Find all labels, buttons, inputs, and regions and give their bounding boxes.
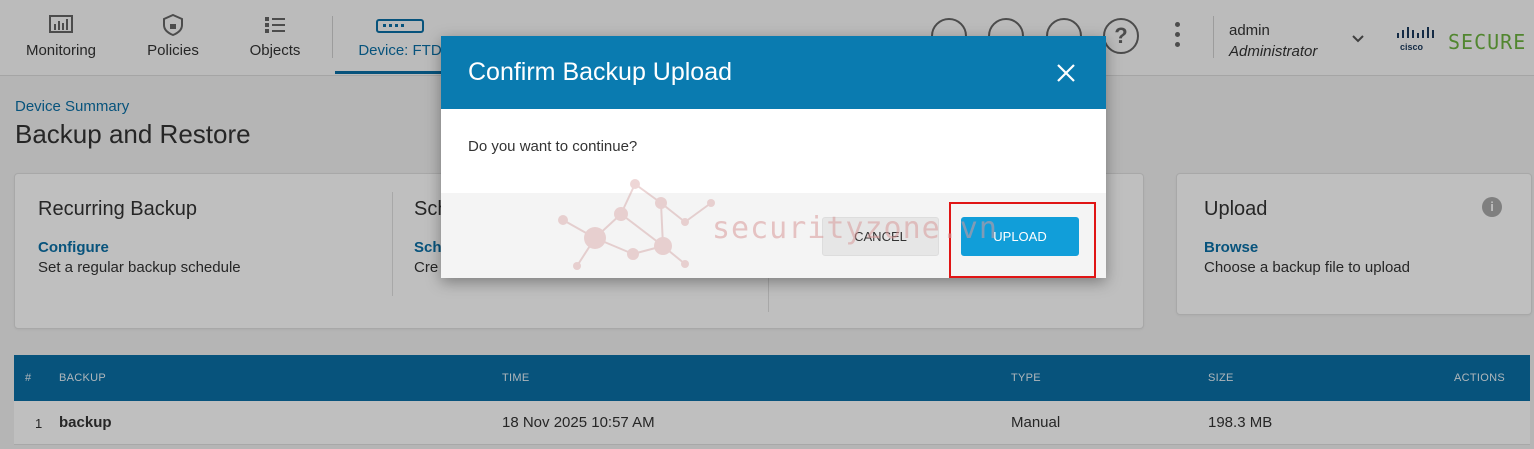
close-icon[interactable]	[1054, 61, 1078, 85]
dialog-header: Confirm Backup Upload	[441, 36, 1106, 109]
dialog-message: Do you want to continue?	[468, 138, 638, 155]
dialog-title: Confirm Backup Upload	[468, 58, 733, 86]
watermark-text: securityzone.vn	[712, 211, 998, 246]
